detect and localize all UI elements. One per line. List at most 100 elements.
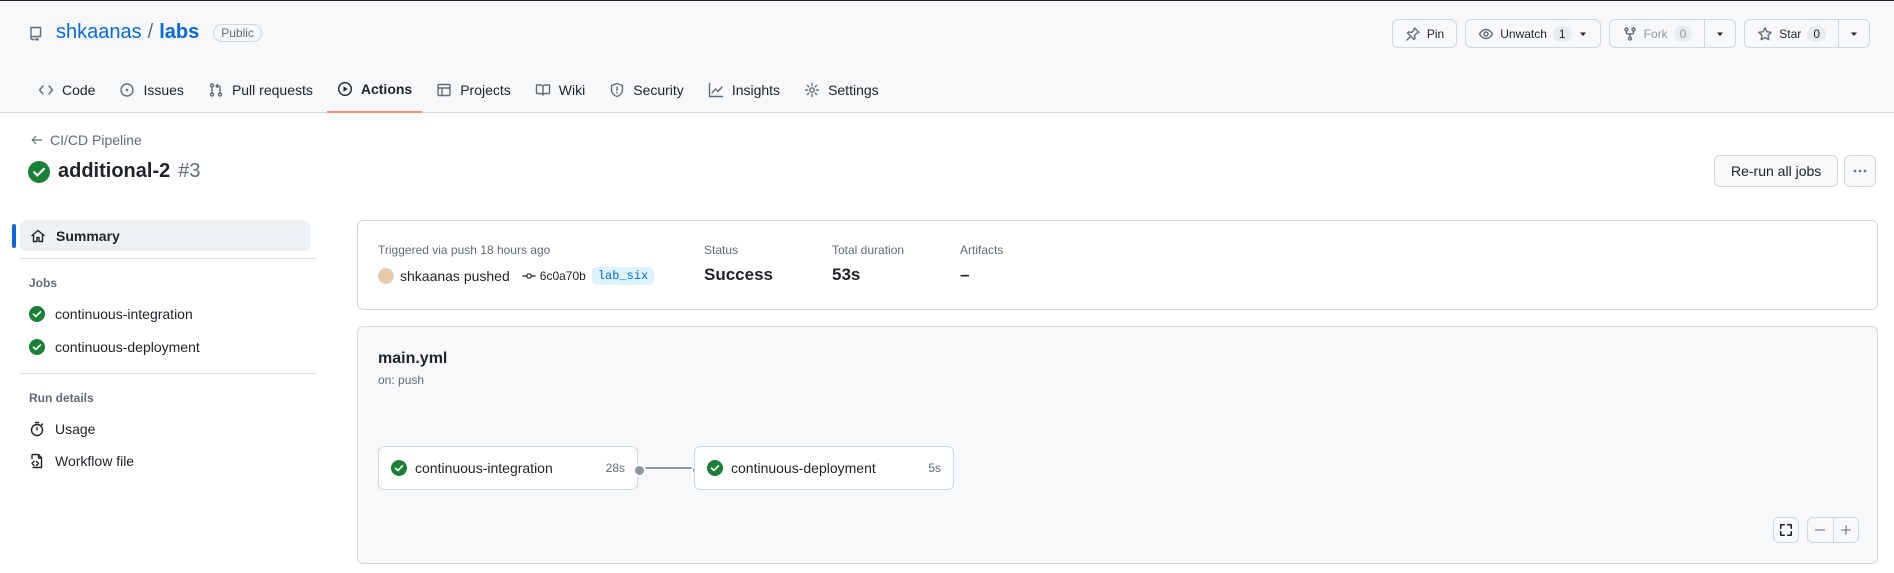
tab-actions[interactable]: Actions	[326, 67, 423, 113]
repo-actions: Pin Unwatch 1 Fork 0 Star 0	[1391, 19, 1870, 48]
tab-label: Security	[633, 82, 684, 98]
tab-issues[interactable]: Issues	[109, 67, 193, 113]
star-count: 0	[1807, 25, 1826, 42]
commit-sha-link[interactable]: 6c0a70b	[522, 269, 586, 283]
usage-label: Usage	[55, 421, 96, 437]
kebab-horizontal-icon	[1853, 169, 1867, 173]
repo-owner-link[interactable]: shkaanas	[56, 21, 142, 44]
shield-icon	[611, 82, 624, 98]
plus-icon	[1840, 524, 1851, 536]
avatar[interactable]	[378, 268, 394, 284]
sidebar-divider	[20, 373, 316, 374]
unwatch-button[interactable]: Unwatch 1	[1465, 19, 1601, 48]
file-code-icon	[31, 453, 43, 469]
sidebar-job-continuous-integration[interactable]: continuous-integration	[29, 306, 193, 322]
check-circle-fill-icon	[29, 306, 45, 322]
fork-count: 0	[1673, 25, 1693, 42]
artifacts-value: –	[960, 265, 970, 284]
repo-title: shkaanas / labs Public	[28, 21, 262, 44]
zoom-in-button[interactable]	[1832, 518, 1859, 542]
workflow-trigger: on: push	[378, 373, 425, 387]
dash-icon	[1815, 529, 1826, 531]
sidebar-item-usage[interactable]: Usage	[29, 421, 95, 437]
unwatch-label: Unwatch	[1500, 26, 1547, 41]
job-duration: 28s	[605, 461, 625, 475]
fork-button[interactable]: Fork 0	[1608, 19, 1737, 48]
tab-label: Insights	[731, 82, 781, 98]
tab-insights[interactable]: Insights	[698, 67, 790, 113]
gear-icon	[804, 82, 820, 98]
run-details-heading: Run details	[29, 391, 94, 405]
caret-down-icon	[1579, 32, 1586, 36]
tab-wiki[interactable]: Wiki	[525, 67, 595, 113]
caret-down-icon	[1717, 32, 1724, 36]
job-label: continuous-deployment	[55, 339, 200, 355]
tab-label: Issues	[143, 82, 184, 98]
run-summary-card: Triggered via push 18 hours ago shkaanas…	[357, 220, 1878, 310]
check-circle-fill-icon	[28, 160, 50, 183]
zoom-out-button[interactable]	[1808, 518, 1833, 542]
zoom-controls	[1807, 517, 1859, 543]
actor-text[interactable]: shkaanas pushed	[400, 268, 510, 284]
status-value: Success	[704, 265, 773, 284]
check-circle-fill-icon	[29, 339, 45, 355]
home-icon	[31, 229, 45, 242]
git-commit-icon	[522, 273, 536, 279]
check-circle-fill-icon	[391, 460, 407, 476]
job-name: continuous-integration	[415, 460, 553, 476]
fork-dropdown[interactable]	[1704, 20, 1735, 47]
more-options-button[interactable]	[1844, 155, 1876, 187]
tab-settings[interactable]: Settings	[794, 67, 889, 113]
run-title: additional-2 #3	[28, 160, 200, 183]
job-node-continuous-integration[interactable]: continuous-integration 28s	[378, 446, 638, 490]
branch-label[interactable]: lab_six	[591, 267, 655, 285]
arrow-left-icon	[31, 135, 43, 145]
job-node-continuous-deployment[interactable]: continuous-deployment 5s	[694, 446, 954, 490]
repo-name-link[interactable]: labs	[159, 21, 199, 44]
issue-icon	[120, 83, 135, 97]
tab-security[interactable]: Security	[599, 67, 694, 113]
tab-projects[interactable]: Projects	[426, 67, 521, 113]
graph-icon	[708, 82, 724, 98]
star-label: Star	[1779, 26, 1802, 41]
tab-label: Pull requests	[231, 82, 313, 98]
tab-pull-requests[interactable]: Pull requests	[198, 67, 323, 113]
rerun-all-jobs-button[interactable]: Re-run all jobs	[1714, 155, 1839, 187]
tab-code[interactable]: Code	[28, 67, 105, 113]
stopwatch-icon	[30, 421, 44, 437]
run-name: additional-2	[58, 160, 171, 182]
sidebar-divider	[20, 258, 316, 259]
tab-label: Actions	[360, 81, 413, 97]
fork-label: Fork	[1643, 26, 1668, 41]
sidebar-item-summary[interactable]: Summary	[12, 220, 310, 251]
trigger-details: shkaanas pushed 6c0a70b lab_six	[378, 267, 655, 285]
star-button[interactable]: Star 0	[1744, 19, 1870, 48]
trigger-text: Triggered via push 18 hours ago	[378, 243, 551, 257]
status-label: Status	[704, 243, 739, 257]
commit-sha: 6c0a70b	[539, 269, 586, 283]
pin-icon	[1406, 26, 1420, 41]
screen-full-icon	[1779, 523, 1793, 537]
connector-dot	[633, 464, 646, 477]
repo-header: shkaanas / labs Public Pin Unwatch 1 For…	[0, 0, 1894, 113]
table-icon	[437, 83, 451, 97]
star-dropdown[interactable]	[1838, 20, 1869, 47]
back-to-workflow-link[interactable]: CI/CD Pipeline	[30, 132, 142, 148]
duration-label: Total duration	[832, 243, 905, 257]
eye-icon	[1479, 28, 1494, 39]
book-icon	[535, 84, 550, 96]
workflow-file-name: main.yml	[378, 350, 448, 367]
summary-label: Summary	[56, 227, 120, 244]
play-icon	[337, 81, 352, 97]
job-label: continuous-integration	[55, 306, 193, 322]
run-number: #3	[178, 160, 201, 182]
sidebar-item-workflow-file[interactable]: Workflow file	[29, 453, 134, 469]
star-icon	[1758, 26, 1773, 40]
sidebar-job-continuous-deployment[interactable]: continuous-deployment	[29, 339, 200, 355]
workflow-file-label: Workflow file	[55, 453, 135, 469]
fullscreen-button[interactable]	[1773, 517, 1799, 543]
pin-button[interactable]: Pin	[1391, 19, 1458, 48]
fork-icon	[1623, 26, 1636, 41]
visibility-badge: Public	[213, 23, 262, 42]
job-name: continuous-deployment	[731, 460, 876, 476]
